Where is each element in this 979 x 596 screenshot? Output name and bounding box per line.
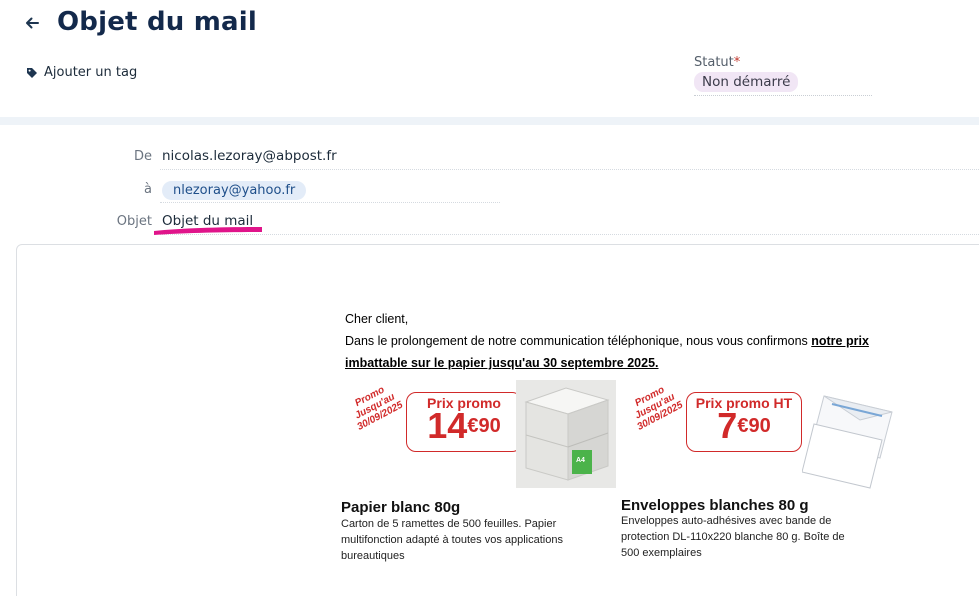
status-field: Statut* Non démarré <box>694 55 872 96</box>
highlight-mark <box>154 227 262 235</box>
promo-stamp-2: Promo Jusqu'au 30/09/2025 <box>633 384 685 433</box>
page-title: Objet du mail <box>57 7 257 37</box>
subject-underline <box>160 234 979 235</box>
envelopes-description: Enveloppes auto-adhésives avec bande de … <box>621 515 845 559</box>
paper-description: Carton de 5 ramettes de 500 feuilles. Pa… <box>341 518 563 562</box>
from-value[interactable]: nicolas.lezoray@abpost.fr <box>162 148 337 164</box>
from-underline <box>160 169 979 170</box>
email-body: Cher client, Dans le prolongement de not… <box>345 308 905 374</box>
from-row: De nicolas.lezoray@abpost.fr <box>0 144 979 170</box>
envelopes-image <box>802 395 893 489</box>
promo-stamp-1: Promo Jusqu'au 30/09/2025 <box>353 384 405 433</box>
to-underline <box>160 202 500 203</box>
paper-box-image: A4 <box>516 380 616 488</box>
add-tag-label: Ajouter un tag <box>44 65 138 80</box>
subject-row: Objet Objet du mail <box>0 209 979 235</box>
envelopes-title: Enveloppes blanches 80 g <box>621 497 809 514</box>
price-box-envelopes: Prix promo HT 7€90 <box>686 392 802 452</box>
record-header: Objet du mail Ajouter un tag Statut* Non… <box>0 0 979 117</box>
add-tag-button[interactable]: Ajouter un tag <box>26 65 137 80</box>
from-label: De <box>133 149 152 164</box>
envelope-price: 7€90 <box>717 405 771 446</box>
price-box-paper: Prix promo 14€90 <box>406 392 522 452</box>
promo-section: Promo Jusqu'au 30/09/2025 Prix promo 14€… <box>340 376 910 562</box>
paper-title: Papier blanc 80g <box>341 499 461 516</box>
status-label: Statut* <box>694 55 741 70</box>
to-row: à nlezoray@yahoo.fr <box>0 177 979 203</box>
subject-label: Objet <box>116 214 152 229</box>
status-underline <box>694 95 872 96</box>
back-button[interactable] <box>22 10 44 36</box>
to-label: à <box>144 182 152 197</box>
paper-price: 14€90 <box>427 405 501 446</box>
email-greeting: Cher client, <box>345 312 409 326</box>
recipient-chip[interactable]: nlezoray@yahoo.fr <box>162 181 307 200</box>
arrow-left-icon <box>26 17 39 29</box>
tag-icon <box>27 67 37 78</box>
envelope-promo-label: Prix promo HT <box>695 395 793 411</box>
email-intro: Dans le prolongement de notre communicat… <box>345 334 869 370</box>
to-recipient[interactable]: nlezoray@yahoo.fr <box>162 181 307 200</box>
header-separator <box>0 117 979 125</box>
svg-text:A4: A4 <box>576 457 585 464</box>
status-badge[interactable]: Non démarré <box>694 72 799 92</box>
required-mark: * <box>733 55 741 70</box>
